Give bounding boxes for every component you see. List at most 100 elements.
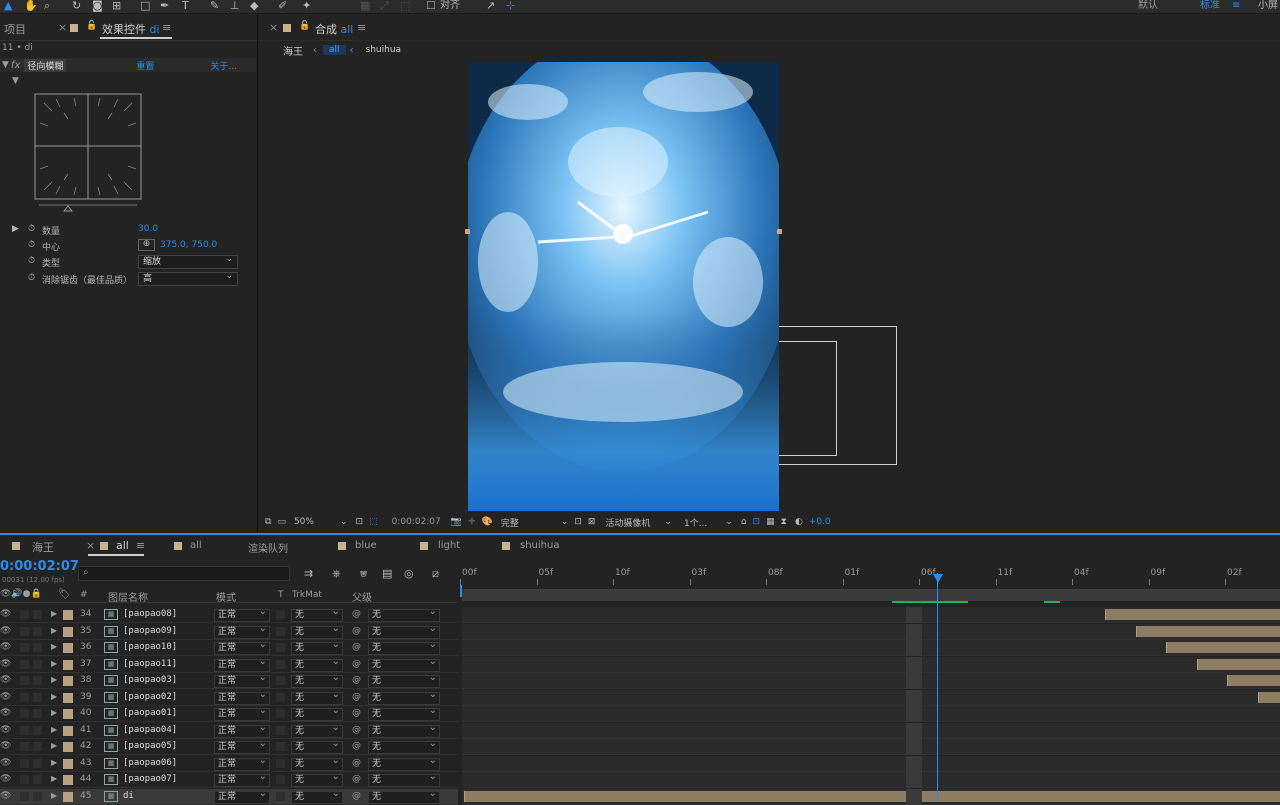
radial-blur-center-graph[interactable]: [34, 93, 144, 215]
preserve-transparency-toggle[interactable]: [276, 610, 285, 619]
solo-toggle[interactable]: [20, 758, 29, 768]
current-time-display[interactable]: 0:00:02:07: [0, 559, 79, 574]
label-color-swatch[interactable]: [63, 742, 73, 752]
layer-name[interactable]: [paopao03]: [123, 675, 177, 685]
label-color-swatch[interactable]: [63, 758, 73, 769]
monitor-icon[interactable]: ▭: [277, 517, 286, 527]
draft-3d-icon[interactable]: ⎈: [332, 567, 341, 581]
tab-project[interactable]: 项目: [4, 21, 26, 37]
fast-previews-icon[interactable]: ⌂: [741, 517, 747, 527]
layer-name[interactable]: [paopao11]: [123, 659, 177, 669]
layer-duration-bar[interactable]: [1136, 625, 1280, 637]
expand-arrow-icon[interactable]: ▶: [51, 609, 57, 618]
layer-name[interactable]: [paopao09]: [123, 626, 177, 636]
breadcrumb-item-all[interactable]: all: [323, 45, 346, 55]
workspace-menu-icon[interactable]: ≡: [1232, 0, 1240, 12]
expand-arrow-icon[interactable]: ▶: [51, 774, 57, 783]
parent-pickwhip-icon[interactable]: @: [352, 708, 361, 718]
layer-duration-bar[interactable]: [1258, 691, 1280, 703]
eye-icon[interactable]: 👁: [0, 659, 11, 669]
expand-arrow-icon[interactable]: ▶: [51, 642, 57, 651]
eye-icon[interactable]: 👁: [0, 708, 11, 718]
world-axis-icon[interactable]: ⤢: [380, 0, 389, 12]
layer-name[interactable]: [paopao01]: [123, 708, 177, 718]
chevron-down-icon[interactable]: ⌄: [725, 517, 733, 527]
blend-mode-dropdown[interactable]: 正常: [214, 788, 270, 804]
panel-menu-icon[interactable]: ≡: [136, 539, 145, 552]
parent-dropdown[interactable]: 无: [368, 738, 440, 754]
eraser-tool-icon[interactable]: ◆: [250, 0, 258, 12]
layer-name[interactable]: [paopao05]: [123, 741, 177, 751]
lock-toggle[interactable]: [33, 775, 42, 784]
work-area-bar[interactable]: [462, 589, 1280, 601]
eye-icon[interactable]: 👁: [0, 774, 11, 784]
parent-dropdown[interactable]: 无: [368, 705, 440, 721]
show-snapshot-icon[interactable]: ✚: [468, 517, 476, 527]
parent-pickwhip-icon[interactable]: @: [352, 609, 361, 619]
solo-toggle[interactable]: [20, 775, 29, 784]
solo-toggle[interactable]: [20, 791, 29, 801]
lock-toggle[interactable]: [33, 659, 42, 669]
tab-comp-shuihua[interactable]: shuihua: [520, 540, 559, 551]
expand-arrow-icon[interactable]: ▼: [2, 60, 9, 70]
safe-area-icon[interactable]: ⊡: [356, 517, 364, 527]
trkmat-dropdown[interactable]: 无: [291, 606, 343, 622]
parent-pickwhip-icon[interactable]: @: [352, 642, 361, 652]
label-color-swatch[interactable]: [63, 643, 73, 653]
local-axis-icon[interactable]: ▦: [360, 0, 370, 12]
preserve-transparency-toggle[interactable]: [276, 742, 285, 751]
region-of-interest-icon[interactable]: ⊡: [574, 517, 582, 527]
parent-dropdown[interactable]: 无: [368, 771, 440, 787]
solo-toggle[interactable]: [20, 626, 29, 636]
snapshot-icon[interactable]: 📷: [451, 517, 462, 527]
layer-name[interactable]: [paopao06]: [123, 758, 177, 768]
resolution-dropdown[interactable]: 完整: [501, 516, 519, 529]
preserve-transparency-toggle[interactable]: [276, 709, 285, 718]
snap-edges-icon[interactable]: ↗: [486, 0, 495, 12]
parent-pickwhip-icon[interactable]: @: [352, 758, 361, 768]
brush-tool-icon[interactable]: ✎: [210, 0, 219, 12]
lock-toggle[interactable]: [33, 791, 42, 801]
layer-row[interactable]: 👁 ▶ 36 ▦ [paopao10] 正常 无 @ 无: [0, 639, 458, 656]
chevron-down-icon[interactable]: ⌄: [340, 517, 348, 527]
label-color-swatch[interactable]: [63, 626, 73, 637]
eye-icon[interactable]: 👁: [0, 642, 11, 652]
pen-tool-icon[interactable]: ✒: [160, 0, 169, 12]
layer-row[interactable]: 👁 ▶ 34 ▦ [paopao08] 正常 无 @ 无: [0, 606, 458, 623]
preserve-transparency-toggle[interactable]: [276, 643, 285, 652]
lock-toggle[interactable]: [33, 725, 42, 735]
chevron-down-icon[interactable]: ⌄: [561, 517, 569, 527]
parent-pickwhip-icon[interactable]: @: [352, 774, 361, 784]
expand-arrow-icon[interactable]: ▶: [51, 659, 57, 668]
work-area-start[interactable]: [460, 585, 462, 597]
parent-pickwhip-icon[interactable]: @: [352, 791, 361, 801]
layer-row[interactable]: 👁 ▶ 44 ▦ [paopao07] 正常 无 @ 无: [0, 771, 458, 788]
eye-icon[interactable]: 👁: [0, 741, 11, 751]
solo-toggle[interactable]: [20, 643, 29, 652]
stopwatch-icon[interactable]: ⏱: [28, 224, 35, 234]
blend-mode-dropdown[interactable]: 正常: [214, 722, 270, 738]
solo-toggle[interactable]: [20, 692, 29, 702]
expand-arrow-icon[interactable]: ▶: [51, 626, 57, 635]
layer-row[interactable]: 👁 ▶ 39 ▦ [paopao02] 正常 无 @ 无: [0, 689, 458, 706]
workspace-standard[interactable]: 标准: [1200, 0, 1220, 12]
label-color-swatch[interactable]: [63, 676, 73, 686]
exposure-value[interactable]: +0.0: [809, 517, 831, 527]
blend-mode-dropdown[interactable]: 正常: [214, 705, 270, 721]
layer-row[interactable]: 👁 ▶ 40 ▦ [paopao01] 正常 无 @ 无: [0, 705, 458, 722]
prop-amount-value[interactable]: 30.0: [138, 224, 158, 234]
parent-dropdown[interactable]: 无: [368, 606, 440, 622]
parent-pickwhip-icon[interactable]: @: [352, 692, 361, 702]
layer-handle[interactable]: [465, 229, 470, 234]
blend-mode-dropdown[interactable]: 正常: [214, 639, 270, 655]
collapse-arrow-icon[interactable]: ▼: [12, 76, 19, 86]
about-link[interactable]: 关于...: [210, 59, 237, 72]
layer-duration-bar[interactable]: [1105, 609, 1280, 620]
effect-name[interactable]: 径向模糊: [24, 58, 67, 72]
graph-editor-icon[interactable]: ⧄: [432, 567, 439, 581]
zoom-tool-icon[interactable]: ⌕: [44, 0, 50, 12]
hide-shy-layers-icon[interactable]: ⩐: [360, 567, 367, 581]
frame-blending-icon[interactable]: ▤: [382, 567, 392, 580]
lock-toggle[interactable]: [33, 692, 42, 702]
solo-toggle[interactable]: [20, 709, 29, 718]
